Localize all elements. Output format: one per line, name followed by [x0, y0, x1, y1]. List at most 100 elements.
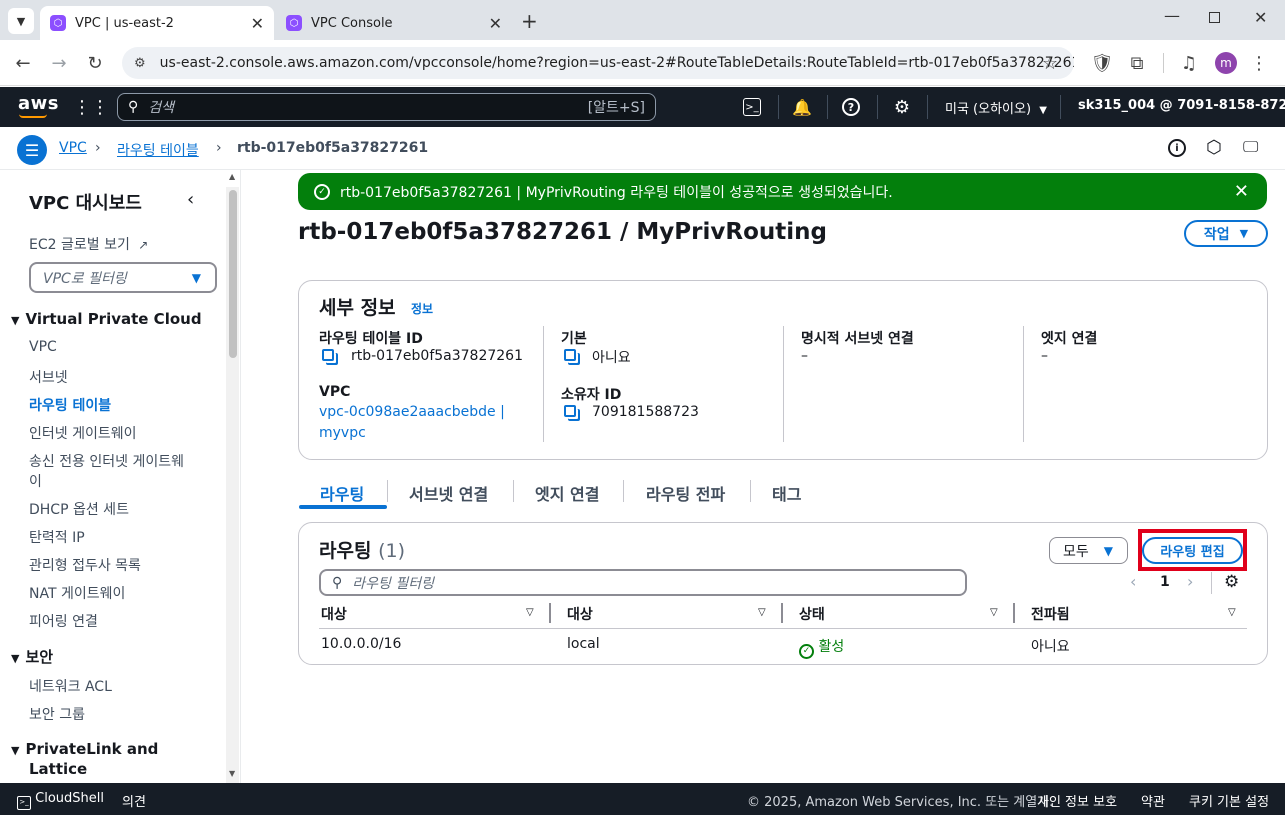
sidebar-item-dhcp[interactable]: DHCP 옵션 세트	[29, 499, 129, 519]
tab-tags[interactable]: 태그	[772, 481, 801, 505]
edit-routes-button[interactable]: 라우팅 편집	[1142, 537, 1243, 564]
media-control-icon[interactable]: ♫	[1176, 50, 1202, 76]
reload-icon[interactable]: ↻	[82, 50, 108, 76]
sidebar-item-nat-gateways[interactable]: NAT 게이트웨이	[29, 583, 125, 603]
scroll-up-arrow[interactable]: ▲	[229, 172, 235, 181]
terms-link[interactable]: 약관	[1141, 791, 1165, 810]
browser-tab-vpc[interactable]: ⬡ VPC | us-east-2 ✕	[40, 6, 274, 40]
column-resizer[interactable]	[781, 603, 783, 623]
sidebar-item-egress-only-igw-wrap[interactable]: 이	[29, 471, 42, 491]
tab-list-button[interactable]: ▼	[8, 8, 34, 34]
hexagon-icon[interactable]: ⬡	[1206, 137, 1222, 158]
cloudshell-icon[interactable]: >_	[743, 98, 761, 116]
breadcrumb-route-tables[interactable]: 라우팅 테이블	[117, 140, 199, 160]
sidebar-section-security[interactable]: ▼ 보안	[11, 646, 53, 667]
sidebar-section-vpc[interactable]: ▼ Virtual Private Cloud	[11, 310, 202, 328]
global-search-input[interactable]: ⚲ 검색 [알트+S]	[117, 93, 656, 121]
sidebar-item-internet-gateways[interactable]: 인터넷 게이트웨이	[29, 423, 137, 443]
page-number[interactable]: 1	[1160, 574, 1170, 590]
aws-logo[interactable]: aws	[18, 93, 59, 114]
extension-icon[interactable]: 🛡	[1089, 50, 1115, 76]
sidebar-item-elastic-ip[interactable]: 탄력적 IP	[29, 527, 85, 547]
sort-caret-icon[interactable]: ▽	[990, 607, 998, 618]
close-window-icon[interactable]: ✕	[1254, 8, 1267, 27]
sort-caret-icon[interactable]: ▽	[1228, 607, 1236, 618]
dismiss-icon[interactable]: ✕	[1234, 181, 1249, 202]
services-grid-icon[interactable]: ⋮⋮	[73, 96, 109, 118]
back-icon[interactable]: ←	[10, 50, 36, 76]
address-bar[interactable]: ⚙ us-east-2.console.aws.amazon.com/vpcco…	[122, 47, 1074, 79]
region-selector[interactable]: 미국 (오하이오) ▼	[945, 98, 1047, 117]
tab-edge-associations[interactable]: 엣지 연결	[535, 481, 599, 505]
new-tab-icon[interactable]: +	[521, 9, 538, 33]
routes-filter-input[interactable]: ⚲ 라우팅 필터링	[319, 569, 967, 596]
feedback-screen-icon[interactable]: 🖵	[1243, 137, 1258, 157]
sidebar-item-route-tables[interactable]: 라우팅 테이블	[29, 395, 111, 415]
vpc-link-line1[interactable]: vpc-0c098ae2aaacbebde |	[319, 404, 505, 420]
sidebar-item-subnets[interactable]: 서브넷	[29, 367, 68, 387]
sidebar-item-ec2-global[interactable]: EC2 글로벌 보기 ↗	[29, 234, 148, 254]
copy-icon[interactable]	[322, 349, 334, 361]
sidebar-title[interactable]: VPC 대시보드	[29, 189, 142, 215]
sidebar-section-privatelink[interactable]: ▼ PrivateLink and	[11, 740, 158, 758]
col-header-status[interactable]: 상태	[799, 604, 825, 624]
forward-icon[interactable]: →	[46, 50, 72, 76]
sidebar-item-peering[interactable]: 피어링 연결	[29, 611, 98, 631]
collapse-sidebar-icon[interactable]: ‹	[187, 189, 194, 210]
close-tab-icon[interactable]: ✕	[489, 14, 502, 33]
sort-caret-icon[interactable]: ▽	[758, 607, 766, 618]
privacy-link[interactable]: 개인 정보 보호	[1037, 791, 1117, 810]
sidebar-item-security-groups[interactable]: 보안 그룹	[29, 704, 85, 724]
account-menu[interactable]: sk315_004 @ 7091-8158-8723 ▼	[1078, 98, 1285, 113]
actions-button[interactable]: 작업 ▼	[1184, 220, 1268, 247]
caret-down-icon: ▼	[11, 652, 20, 665]
preferences-gear-icon[interactable]: ⚙	[1224, 572, 1239, 592]
extensions-puzzle-icon[interactable]: ⧉	[1124, 50, 1150, 76]
minimize-icon[interactable]: —	[1164, 6, 1180, 25]
tab-routes[interactable]: 라우팅	[320, 481, 364, 505]
copy-icon[interactable]	[564, 349, 576, 361]
sidebar-item-vpc[interactable]: VPC	[29, 339, 57, 355]
details-info-link[interactable]: 정보	[411, 300, 433, 317]
actions-label: 작업	[1203, 226, 1230, 243]
maximize-icon[interactable]	[1209, 12, 1220, 23]
tab-route-propagation[interactable]: 라우팅 전파	[646, 481, 725, 505]
help-icon[interactable]: ?	[842, 98, 860, 116]
sidebar-scroll-thumb[interactable]	[229, 190, 237, 358]
column-resizer[interactable]	[1013, 603, 1015, 623]
sort-caret-icon[interactable]: ▽	[526, 607, 534, 618]
scroll-down-arrow[interactable]: ▼	[229, 769, 235, 778]
menu-hamburger-icon[interactable]: ☰	[17, 135, 47, 165]
col-header-destination[interactable]: 대상	[321, 604, 347, 624]
status-filter-select[interactable]: 모두 ▼	[1049, 537, 1128, 564]
info-circle-icon[interactable]: i	[1168, 139, 1186, 157]
bookmark-star-icon[interactable]: ☆	[1037, 50, 1063, 76]
col-header-target[interactable]: 대상	[567, 604, 593, 624]
sidebar-item-egress-only-igw[interactable]: 송신 전용 인터넷 게이트웨	[29, 451, 184, 471]
vpc-filter-select[interactable]: VPC로 필터링 ▼	[29, 262, 217, 293]
profile-avatar[interactable]: m	[1215, 52, 1237, 74]
breadcrumb-vpc[interactable]: VPC	[59, 140, 87, 156]
browser-menu-icon[interactable]: ⋮	[1246, 50, 1272, 76]
tab-subnet-associations[interactable]: 서브넷 연결	[409, 481, 488, 505]
cookie-preferences-link[interactable]: 쿠키 기본 설정	[1189, 791, 1269, 810]
main-value: 아니요	[592, 350, 631, 366]
sidebar-item-network-acl[interactable]: 네트워크 ACL	[29, 676, 112, 696]
close-tab-icon[interactable]: ✕	[251, 14, 264, 33]
column-resizer[interactable]	[549, 603, 551, 623]
copy-icon[interactable]	[564, 405, 576, 417]
cloudshell-button[interactable]: >_ CloudShell	[17, 791, 104, 810]
details-title: 세부 정보	[319, 297, 396, 319]
site-info-icon[interactable]: ⚙	[134, 56, 146, 71]
next-page-icon[interactable]: ›	[1187, 572, 1193, 591]
settings-gear-icon[interactable]: ⚙	[891, 96, 913, 118]
vpc-link-line2[interactable]: myvpc	[319, 425, 366, 441]
sidebar-item-prefix-lists[interactable]: 관리형 접두사 목록	[29, 555, 141, 575]
col-header-propagated[interactable]: 전파됨	[1031, 604, 1070, 624]
feedback-link[interactable]: 의견	[122, 791, 146, 810]
column-divider	[1211, 572, 1212, 594]
tab-divider	[623, 480, 624, 502]
browser-tab-vpc-console[interactable]: ⬡ VPC Console ✕	[276, 6, 512, 40]
prev-page-icon[interactable]: ‹	[1130, 572, 1136, 591]
notifications-bell-icon[interactable]: 🔔	[791, 96, 813, 118]
